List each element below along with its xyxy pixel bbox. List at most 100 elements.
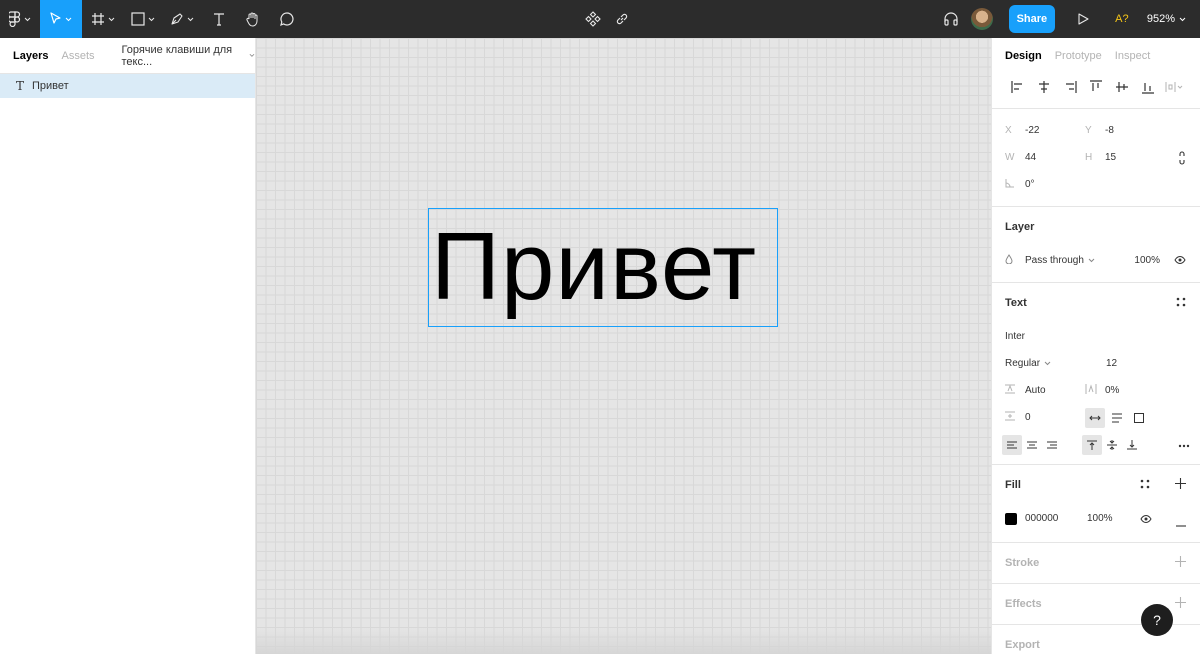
left-panel-tabs: Layers Assets Горячие клавиши для текс..… — [0, 38, 255, 74]
shape-tool-button[interactable] — [124, 0, 162, 38]
user-avatar[interactable] — [970, 8, 993, 30]
chevron-down-icon — [108, 17, 115, 21]
remove-fill-button[interactable] — [1176, 518, 1186, 530]
link-button[interactable] — [615, 0, 629, 38]
letter-spacing-icon — [1085, 384, 1105, 397]
alignment-row — [992, 74, 1200, 100]
blend-mode-dropdown[interactable]: Pass through — [1025, 255, 1135, 266]
headphones-icon — [944, 12, 958, 26]
fill-styles-button[interactable] — [1140, 479, 1150, 492]
constrain-proportions-button[interactable] — [1178, 151, 1186, 165]
text-align-middle-icon — [1107, 439, 1117, 450]
fixed-size-button[interactable] — [1129, 408, 1149, 428]
comment-tool-button[interactable] — [270, 0, 304, 38]
selected-text-frame[interactable]: Привет — [428, 208, 778, 327]
fill-opacity-value[interactable]: 100% — [1087, 513, 1113, 524]
distribute-button[interactable] — [1161, 75, 1187, 99]
text-styles-button[interactable] — [1176, 297, 1186, 310]
text-align-top-icon — [1087, 440, 1097, 450]
size-row: W 44 H 15 — [992, 144, 1200, 171]
font-weight-dropdown[interactable]: Regular — [1005, 358, 1106, 369]
components-button[interactable] — [585, 0, 601, 38]
styles-grid-icon — [1176, 297, 1186, 307]
pen-tool-button[interactable] — [162, 0, 202, 38]
layer-item[interactable]: T Привет — [0, 74, 255, 98]
rotation-value: 0° — [1025, 179, 1035, 190]
fill-section-title: Fill — [992, 465, 1200, 505]
y-value: -8 — [1105, 125, 1114, 136]
align-right-button[interactable] — [1057, 75, 1083, 99]
tab-prototype[interactable]: Prototype — [1055, 50, 1102, 62]
align-left-button[interactable] — [1005, 75, 1031, 99]
align-horizontal-center-button[interactable] — [1031, 75, 1057, 99]
w-field[interactable]: W 44 — [1005, 152, 1085, 163]
tab-layers[interactable]: Layers — [13, 50, 48, 62]
fill-section: Fill 000000 100% — [992, 465, 1200, 543]
y-field[interactable]: Y -8 — [1085, 125, 1165, 136]
text-align-center-button[interactable] — [1022, 435, 1042, 455]
text-align-right-button[interactable] — [1042, 435, 1062, 455]
component-icon — [585, 11, 601, 27]
paragraph-spacing-field[interactable]: 0 — [1005, 411, 1085, 424]
help-button[interactable]: ? — [1141, 604, 1173, 636]
text-align-top-button[interactable] — [1082, 434, 1102, 455]
distribute-icon — [1165, 82, 1183, 92]
share-button[interactable]: Share — [1008, 5, 1055, 33]
styles-grid-icon — [1140, 479, 1150, 489]
rotation-field[interactable]: 0° — [1005, 178, 1085, 191]
add-effect-button[interactable] — [1175, 597, 1186, 611]
zoom-dropdown[interactable]: 952% — [1147, 13, 1186, 25]
layer-section: Layer Pass through 100% — [992, 207, 1200, 283]
align-vertical-center-button[interactable] — [1109, 75, 1135, 99]
canvas-text[interactable]: Привет — [431, 219, 758, 315]
missing-fonts-indicator[interactable]: A? — [1111, 13, 1133, 25]
auto-width-button[interactable] — [1085, 407, 1105, 428]
vertical-align-group — [1082, 434, 1142, 455]
x-label: X — [1005, 125, 1012, 136]
paragraph-spacing-value: 0 — [1025, 412, 1031, 423]
zoom-value: 952% — [1146, 13, 1175, 25]
line-height-field[interactable]: Auto — [1005, 384, 1085, 397]
toolbar-center — [585, 0, 629, 38]
audio-button[interactable] — [943, 0, 959, 38]
text-align-bottom-button[interactable] — [1122, 435, 1142, 455]
present-button[interactable] — [1071, 0, 1095, 38]
text-tool-button[interactable] — [202, 0, 236, 38]
letter-spacing-value: 0% — [1105, 385, 1120, 396]
main-menu-button[interactable] — [0, 0, 40, 38]
tab-design[interactable]: Design — [1005, 50, 1042, 62]
text-align-middle-button[interactable] — [1102, 435, 1122, 455]
fill-color-swatch[interactable] — [1005, 512, 1017, 525]
fill-visibility-button[interactable] — [1140, 515, 1152, 523]
tab-inspect[interactable]: Inspect — [1115, 50, 1150, 62]
fill-hex-value[interactable]: 000000 — [1025, 513, 1087, 524]
canvas[interactable]: Привет — [256, 38, 991, 654]
tab-assets[interactable]: Assets — [61, 50, 94, 62]
font-weight-value: Regular — [1005, 358, 1041, 369]
auto-height-button[interactable] — [1107, 408, 1127, 428]
layer-blend-row: Pass through 100% — [992, 247, 1200, 274]
stroke-section-label: Stroke — [1005, 557, 1040, 569]
move-tool-button[interactable] — [40, 0, 82, 38]
layer-opacity[interactable]: 100% — [1134, 255, 1160, 266]
layers-panel: Layers Assets Горячие клавиши для текс..… — [0, 38, 256, 654]
text-align-left-button[interactable] — [1002, 434, 1022, 455]
add-fill-button[interactable] — [1175, 478, 1186, 492]
more-icon — [1178, 444, 1190, 448]
frame-tool-button[interactable] — [82, 0, 124, 38]
align-bottom-button[interactable] — [1135, 75, 1161, 99]
page-selector[interactable]: Горячие клавиши для текс... — [122, 44, 256, 68]
fixed-size-icon — [1134, 412, 1144, 423]
layer-visibility-button[interactable] — [1174, 256, 1186, 264]
font-family-dropdown[interactable]: Inter — [1005, 331, 1025, 342]
align-top-button[interactable] — [1083, 75, 1109, 99]
letter-spacing-field[interactable]: 0% — [1085, 384, 1165, 397]
text-more-options-button[interactable] — [1178, 439, 1190, 451]
font-size-field[interactable]: 12 — [1106, 358, 1117, 369]
text-align-bottom-icon — [1127, 439, 1137, 449]
h-field[interactable]: H 15 — [1085, 152, 1165, 163]
blend-mode-value: Pass through — [1025, 255, 1084, 266]
add-stroke-button[interactable] — [1175, 556, 1186, 570]
hand-tool-button[interactable] — [236, 0, 270, 38]
x-field[interactable]: X -22 — [1005, 125, 1085, 136]
